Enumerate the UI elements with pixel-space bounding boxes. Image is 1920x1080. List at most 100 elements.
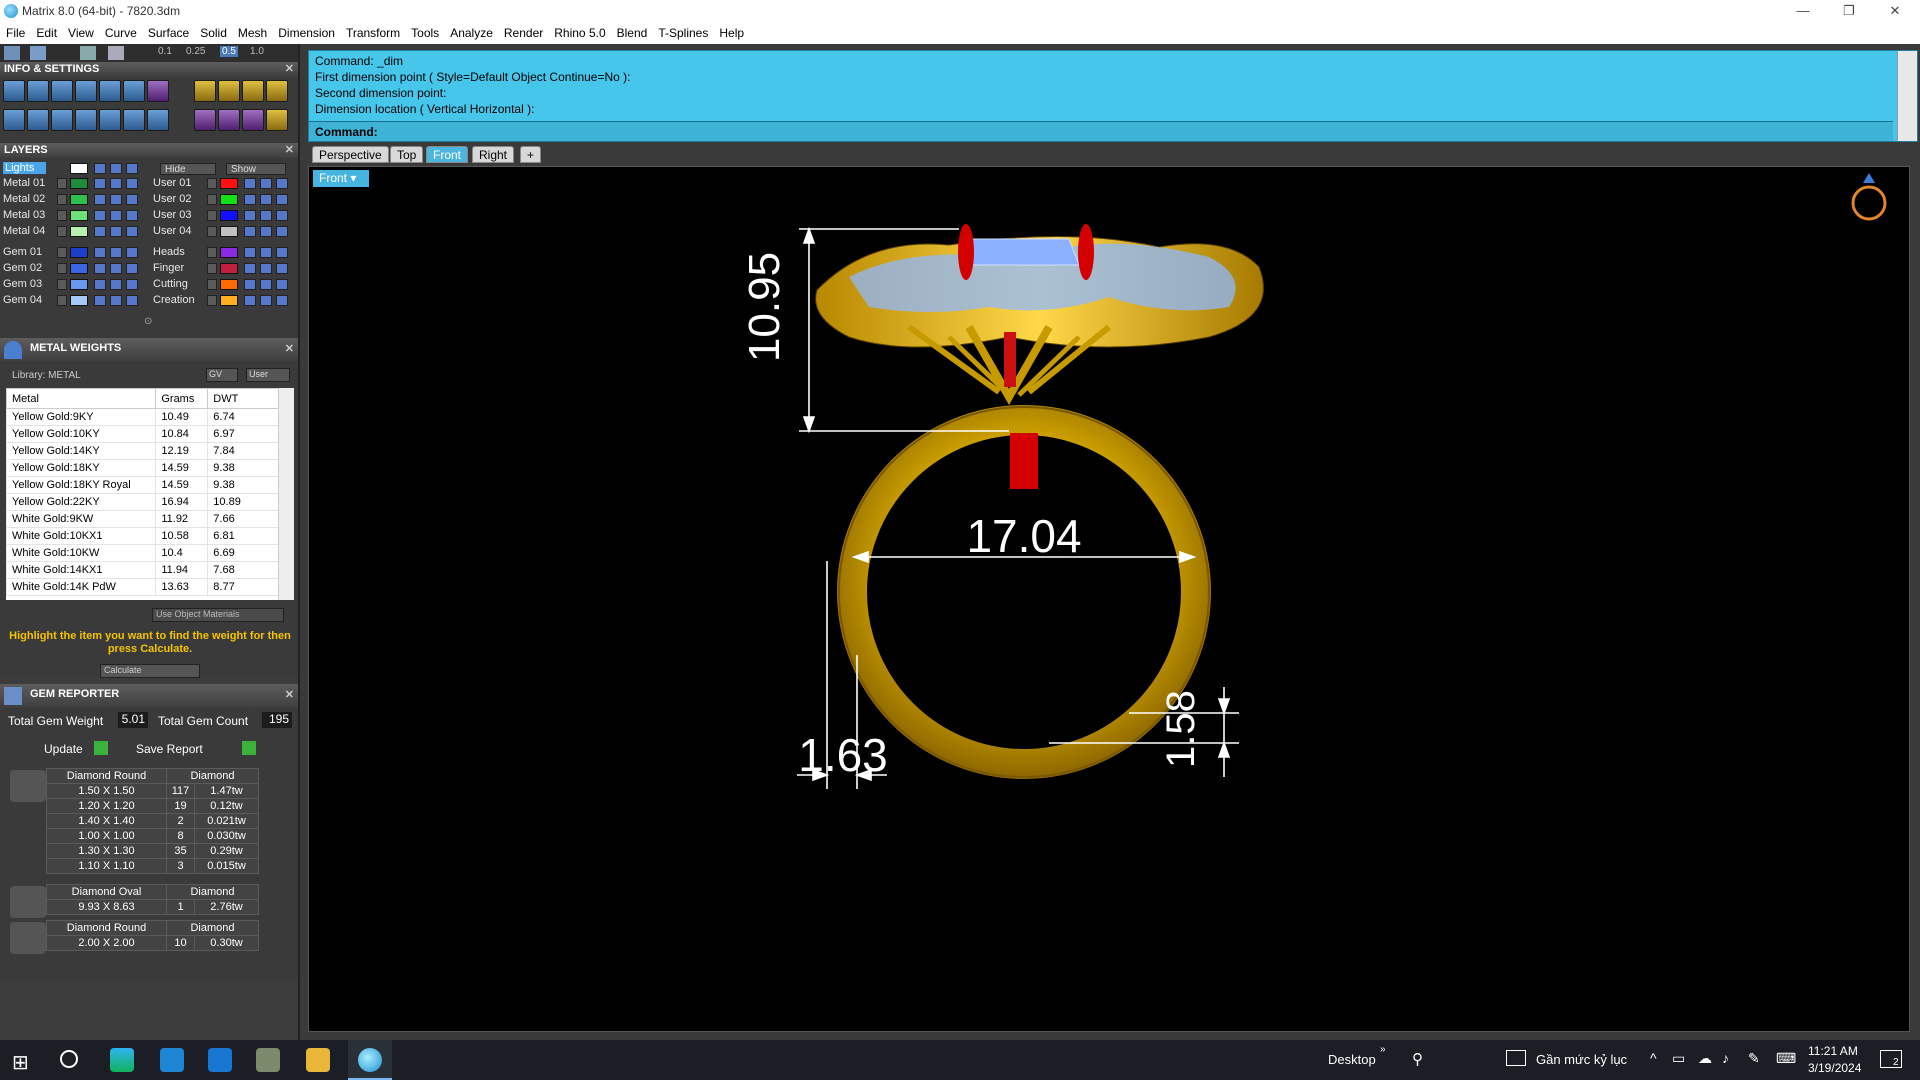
save-report-go-icon[interactable] <box>242 741 256 755</box>
menu-surface[interactable]: Surface <box>142 22 194 44</box>
grid-step-025[interactable]: 0.25 <box>186 46 205 57</box>
edit-icon[interactable] <box>123 80 145 102</box>
menu-dimension[interactable]: Dimension <box>272 22 340 44</box>
app-icon[interactable] <box>256 1048 280 1072</box>
menu-rhino[interactable]: Rhino 5.0 <box>548 22 610 44</box>
copy-tool-icon[interactable] <box>217 80 240 102</box>
layer-gem-04[interactable]: Gem 04 <box>0 293 146 308</box>
zoom-icon[interactable] <box>27 80 49 102</box>
close-icon[interactable]: ✕ <box>285 62 294 75</box>
select-icon[interactable] <box>123 109 145 131</box>
update-button[interactable]: Update <box>44 742 83 756</box>
add-tab-button[interactable]: + <box>520 146 542 163</box>
gem-row[interactable]: 1.40 X 1.40 2 0.021tw <box>46 813 259 829</box>
mail-icon[interactable] <box>208 1048 232 1072</box>
gem-row[interactable]: 1.00 X 1.00 8 0.030tw <box>46 828 259 844</box>
save-report-button[interactable]: Save Report <box>136 742 203 756</box>
column-dwt[interactable]: DWT <box>207 388 281 409</box>
gem-row[interactable]: 2.00 X 2.00 10 0.30tw <box>46 935 259 951</box>
gem-pave-icon[interactable] <box>193 109 216 131</box>
hide-layers-button[interactable]: Hide <box>160 163 216 175</box>
gem-flow-icon[interactable] <box>241 109 264 131</box>
gem-grid-icon[interactable] <box>217 109 240 131</box>
document-icon[interactable] <box>99 80 121 102</box>
gv-toggle[interactable]: GV <box>206 368 238 382</box>
table-row[interactable]: White Gold:10KX1 10.58 6.81 <box>6 527 281 545</box>
gem-row[interactable]: 1.20 X 1.20 19 0.12tw <box>46 798 259 814</box>
keyboard-icon[interactable]: ⌨ <box>1776 1050 1796 1067</box>
table-row[interactable]: White Gold:10KW 10.4 6.69 <box>6 544 281 562</box>
collapse-icon[interactable]: ⊙ <box>144 316 152 327</box>
gem-row[interactable]: 1.30 X 1.30 35 0.29tw <box>46 843 259 859</box>
layer-finger[interactable]: Finger <box>150 261 296 276</box>
tab-right[interactable]: Right <box>472 146 515 163</box>
material-icon[interactable] <box>147 80 169 102</box>
desktop-toolbar-label[interactable]: Desktop <box>1328 1052 1376 1067</box>
layer-metal-02[interactable]: Metal 02 <box>0 192 146 207</box>
table-row[interactable]: White Gold:14K PdW 13.63 8.77 <box>6 578 281 596</box>
menu-blend[interactable]: Blend <box>611 22 653 44</box>
menu-render[interactable]: Render <box>498 22 548 44</box>
table-row[interactable]: Yellow Gold:9KY 10.49 6.74 <box>6 408 281 426</box>
edge-browser-icon[interactable] <box>110 1048 134 1072</box>
volume-icon[interactable]: ♪ <box>1722 1050 1729 1066</box>
matrix-taskbar-button[interactable] <box>348 1040 392 1080</box>
view-icon[interactable] <box>27 109 49 131</box>
store-icon[interactable] <box>160 1048 184 1072</box>
show-hidden-icons[interactable]: ^ <box>1650 1050 1657 1066</box>
table-row[interactable]: Yellow Gold:14KY 12.19 7.84 <box>6 442 281 460</box>
close-icon[interactable]: ✕ <box>285 342 294 355</box>
menu-tsplines[interactable]: T-Splines <box>652 22 713 44</box>
current-icon[interactable] <box>126 163 138 174</box>
menu-help[interactable]: Help <box>713 22 749 44</box>
search-icon[interactable] <box>60 1050 78 1068</box>
restore-button[interactable]: ❐ <box>1826 0 1872 22</box>
layer-color-swatch[interactable] <box>70 163 88 174</box>
box-icon[interactable] <box>51 109 73 131</box>
osnap-icon[interactable] <box>80 46 96 60</box>
command-scrollbar[interactable] <box>1897 51 1917 141</box>
expand-arrow-icon[interactable] <box>57 178 67 189</box>
menu-analyze[interactable]: Analyze <box>444 22 498 44</box>
render-icon[interactable] <box>51 80 73 102</box>
tab-front[interactable]: Front <box>426 146 469 163</box>
layer-metal-04[interactable]: Metal 04 <box>0 224 146 239</box>
calculate-button[interactable]: Calculate <box>100 664 200 678</box>
menu-file[interactable]: File <box>0 22 30 44</box>
command-input[interactable]: Command: <box>309 121 1893 141</box>
close-icon[interactable]: ✕ <box>285 143 294 156</box>
menu-view[interactable]: View <box>62 22 99 44</box>
close-icon[interactable]: ✕ <box>285 688 294 701</box>
minimize-button[interactable]: — <box>1780 0 1826 22</box>
file-explorer-icon[interactable] <box>306 1048 330 1072</box>
gem-row[interactable]: 1.10 X 1.10 3 0.015tw <box>46 858 259 874</box>
save-icon[interactable] <box>147 109 169 131</box>
table-row[interactable]: Yellow Gold:18KY Royal 14.59 9.38 <box>6 476 281 494</box>
network-icon[interactable]: ▭ <box>1672 1050 1685 1067</box>
report-tool-icon[interactable] <box>265 80 288 102</box>
layer-user-03[interactable]: User 03 <box>150 208 296 223</box>
clock-date[interactable]: 3/19/2024 <box>1808 1061 1861 1075</box>
library-icon[interactable] <box>75 80 97 102</box>
ring-orientation-icon[interactable] <box>1851 173 1887 221</box>
table-row[interactable]: Yellow Gold:18KY 14.59 9.38 <box>6 459 281 477</box>
layer-metal-01[interactable]: Metal 01 <box>0 176 146 191</box>
news-widget-icon[interactable] <box>1506 1050 1526 1066</box>
front-viewport[interactable]: Front ▾ 10.95 17.04 1.58 1.63 <box>308 166 1910 1032</box>
snap-icon[interactable] <box>30 46 46 60</box>
layer-gem-01[interactable]: Gem 01 <box>0 245 146 260</box>
onedrive-icon[interactable]: ☁ <box>1698 1050 1712 1067</box>
menu-edit[interactable]: Edit <box>30 22 62 44</box>
layer-heads[interactable]: Heads <box>150 245 296 260</box>
menu-solid[interactable]: Solid <box>194 22 232 44</box>
column-grams[interactable]: Grams <box>155 388 209 409</box>
show-layers-button[interactable]: Show <box>226 163 286 175</box>
update-go-icon[interactable] <box>94 741 108 755</box>
grid-step-01[interactable]: 0.1 <box>158 46 172 57</box>
visibility-icon[interactable] <box>94 163 106 174</box>
column-metal[interactable]: Metal <box>6 388 157 409</box>
pen-icon[interactable]: ✎ <box>1748 1050 1760 1067</box>
grid-step-05[interactable]: 0.5 <box>220 46 238 57</box>
menu-tools[interactable]: Tools <box>405 22 444 44</box>
menu-transform[interactable]: Transform <box>340 22 405 44</box>
